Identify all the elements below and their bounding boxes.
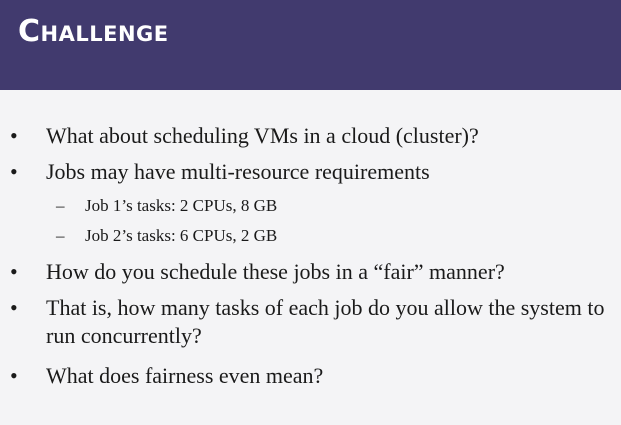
bullet-text: How do you schedule these jobs in a “fai… xyxy=(46,259,505,284)
slide: Challenge • What about scheduling VMs in… xyxy=(0,0,621,425)
bullet-text: Jobs may have multi-resource requirement… xyxy=(46,159,430,184)
sub-bullet-text: Job 1’s tasks: 2 CPUs, 8 GB xyxy=(85,196,278,215)
sub-bullet-marker: – xyxy=(56,226,65,245)
bullet-marker: • xyxy=(10,295,18,320)
slide-title: Challenge xyxy=(18,14,169,49)
bullet-marker: • xyxy=(10,259,18,284)
bullet-marker: • xyxy=(10,363,18,388)
bullet-text: What does fairness even mean? xyxy=(46,363,324,388)
bullet-text: That is, how many tasks of each job do y… xyxy=(46,295,605,348)
sub-bullet-marker: – xyxy=(56,196,65,215)
sub-bullet-text: Job 2’s tasks: 6 CPUs, 2 GB xyxy=(85,226,278,245)
slide-body: • What about scheduling VMs in a cloud (… xyxy=(0,90,621,425)
bullet-marker: • xyxy=(10,123,18,148)
bullet-text: What about scheduling VMs in a cloud (cl… xyxy=(46,123,479,148)
bullet-marker: • xyxy=(10,159,18,184)
title-bar: Challenge xyxy=(0,0,621,90)
